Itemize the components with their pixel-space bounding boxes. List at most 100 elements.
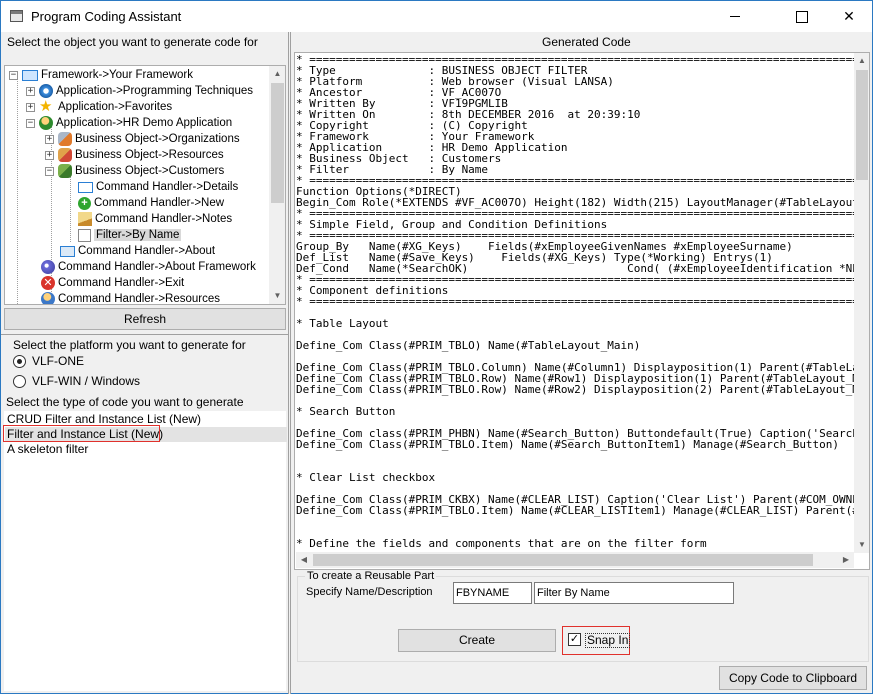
people-icon	[39, 116, 53, 130]
generated-code-header: Generated Code	[542, 35, 631, 49]
tree-item-favorites[interactable]: + ★ Application->Favorites	[26, 99, 172, 115]
pane-splitter[interactable]	[288, 32, 291, 694]
scroll-down-icon[interactable]: ▼	[269, 288, 285, 304]
object-prompt: Select the object you want to generate c…	[7, 35, 258, 49]
radio-label: VLF-ONE	[32, 354, 85, 368]
frame-icon	[22, 69, 38, 81]
code-line: * Clear List checkbox	[296, 471, 436, 484]
maximize-button[interactable]	[779, 1, 825, 32]
scroll-right-icon[interactable]: ▶	[838, 552, 854, 568]
reusable-part-name-input[interactable]: FBYNAME	[453, 582, 532, 604]
code-line: * ======================================…	[296, 295, 854, 308]
type-prompt: Select the type of code you want to gene…	[6, 395, 244, 409]
filter-icon	[78, 228, 91, 242]
exit-icon: ✕	[41, 276, 55, 290]
scroll-up-icon[interactable]: ▲	[269, 66, 285, 82]
collapse-icon[interactable]: −	[9, 70, 18, 80]
expand-icon[interactable]: +	[45, 150, 54, 160]
tree-item-notes[interactable]: Command Handler->Notes	[78, 211, 232, 227]
tree-item-programming-techniques[interactable]: + Application->Programming Techniques	[26, 83, 253, 99]
tree-item-label: Application->Programming Techniques	[56, 85, 253, 97]
radio-vlf-win[interactable]: VLF-WIN / Windows	[13, 374, 140, 388]
about-framework-icon	[41, 260, 55, 274]
tree-item-exit[interactable]: ✕ Command Handler->Exit	[41, 275, 184, 291]
tree-item-label: Command Handler->Details	[96, 181, 239, 193]
app-icon	[10, 10, 23, 22]
code-viewer[interactable]: * ======================================…	[294, 52, 870, 570]
business-object-icon	[58, 132, 72, 146]
platform-prompt: Select the platform you want to generate…	[13, 338, 246, 352]
object-tree[interactable]: − Framework->Your Framework + Applicatio…	[4, 65, 286, 305]
divider	[1, 334, 288, 335]
code-type-skeleton[interactable]: A skeleton filter	[5, 442, 88, 457]
refresh-button[interactable]: Refresh	[4, 308, 286, 330]
code-type-list[interactable]: CRUD Filter and Instance List (New) Filt…	[4, 411, 287, 691]
minimize-button[interactable]	[712, 1, 758, 32]
tree-item-label: Command Handler->About	[78, 245, 216, 257]
code-line: * Table Layout	[296, 317, 389, 330]
tree-item-framework[interactable]: − Framework->Your Framework	[9, 67, 193, 83]
tree-item-new[interactable]: + Command Handler->New	[78, 195, 224, 211]
window-title: Program Coding Assistant	[31, 9, 182, 24]
radio-vlf-one[interactable]: VLF-ONE	[13, 354, 84, 368]
collapse-icon[interactable]: −	[45, 166, 54, 176]
scroll-left-icon[interactable]: ◀	[296, 552, 312, 568]
code-text[interactable]: * ======================================…	[296, 54, 854, 552]
business-object-icon	[58, 148, 72, 162]
name-description-label: Specify Name/Description	[306, 586, 433, 598]
tree-item-cmd-resources[interactable]: Command Handler->Resources	[41, 291, 221, 305]
highlight-box	[3, 425, 160, 442]
title-bar: Program Coding Assistant ✕	[1, 1, 872, 32]
expand-icon[interactable]: +	[26, 102, 35, 112]
code-line: * Define the fields and components that …	[296, 537, 707, 550]
star-icon: ★	[39, 98, 53, 115]
scroll-up-icon[interactable]: ▲	[854, 53, 869, 69]
tree-item-filter-by-name[interactable]: Filter->By Name	[78, 227, 182, 243]
scroll-thumb[interactable]	[856, 70, 868, 180]
code-line: Define_Com Class(#PRIM_TBLO.Row) Name(#R…	[296, 383, 854, 396]
notes-icon	[78, 212, 92, 226]
business-object-icon	[58, 164, 72, 178]
tree-item-hr-demo[interactable]: − Application->HR Demo Application	[26, 115, 232, 131]
tree-item-label: Command Handler->Notes	[95, 213, 233, 225]
main-window: Program Coding Assistant ✕ Select the ob…	[0, 0, 873, 694]
tree-item-about[interactable]: Command Handler->About	[60, 243, 215, 259]
tree-item-label: Application->HR Demo Application	[56, 117, 233, 129]
about-icon	[60, 245, 75, 257]
reusable-part-title: To create a Reusable Part	[305, 570, 437, 582]
tree-item-resources[interactable]: + Business Object->Resources	[45, 147, 224, 163]
expand-icon[interactable]: +	[45, 134, 54, 144]
reusable-part-description-input[interactable]: Filter By Name	[534, 582, 734, 604]
create-button[interactable]: Create	[398, 629, 556, 652]
tree-scrollbar[interactable]: ▲ ▼	[269, 66, 285, 304]
code-line: Define_Com Class(#PRIM_TBLO.Item) Name(#…	[296, 438, 840, 451]
copy-to-clipboard-button[interactable]: Copy Code to Clipboard	[719, 666, 867, 690]
code-line: Define_Com Class(#PRIM_TBLO.Item) Name(#…	[296, 504, 854, 517]
window-icon	[78, 181, 93, 193]
tree-item-label: Filter->By Name	[94, 229, 182, 241]
code-vertical-scrollbar[interactable]: ▲ ▼	[854, 53, 869, 553]
resources-icon	[41, 292, 55, 304]
tree-item-customers[interactable]: − Business Object->Customers	[45, 163, 224, 179]
scroll-thumb[interactable]	[271, 83, 284, 203]
scroll-down-icon[interactable]: ▼	[854, 537, 869, 553]
tree-item-label: Business Object->Resources	[75, 149, 224, 161]
tree-item-label: Command Handler->Resources	[58, 293, 221, 305]
tree-item-details[interactable]: Command Handler->Details	[78, 179, 238, 195]
tree-item-label: Command Handler->Exit	[58, 277, 185, 289]
scroll-thumb[interactable]	[313, 554, 813, 566]
code-horizontal-scrollbar[interactable]: ◀ ▶	[296, 552, 854, 568]
snap-in-checkbox[interactable]: ✓	[568, 633, 581, 646]
close-button[interactable]: ✕	[826, 1, 872, 32]
radio-button[interactable]	[13, 374, 26, 388]
tree-item-label: Command Handler->New	[94, 197, 225, 209]
tree-item-label: Framework->Your Framework	[41, 69, 193, 81]
tree-item-label: Application->Favorites	[58, 101, 173, 113]
radio-button[interactable]	[13, 354, 26, 368]
snap-in-label[interactable]: Snap In	[585, 633, 631, 648]
expand-icon[interactable]: +	[26, 86, 35, 96]
collapse-icon[interactable]: −	[26, 118, 35, 128]
tree-item-organizations[interactable]: + Business Object->Organizations	[45, 131, 240, 147]
tree-item-about-framework[interactable]: Command Handler->About Framework	[41, 259, 256, 275]
